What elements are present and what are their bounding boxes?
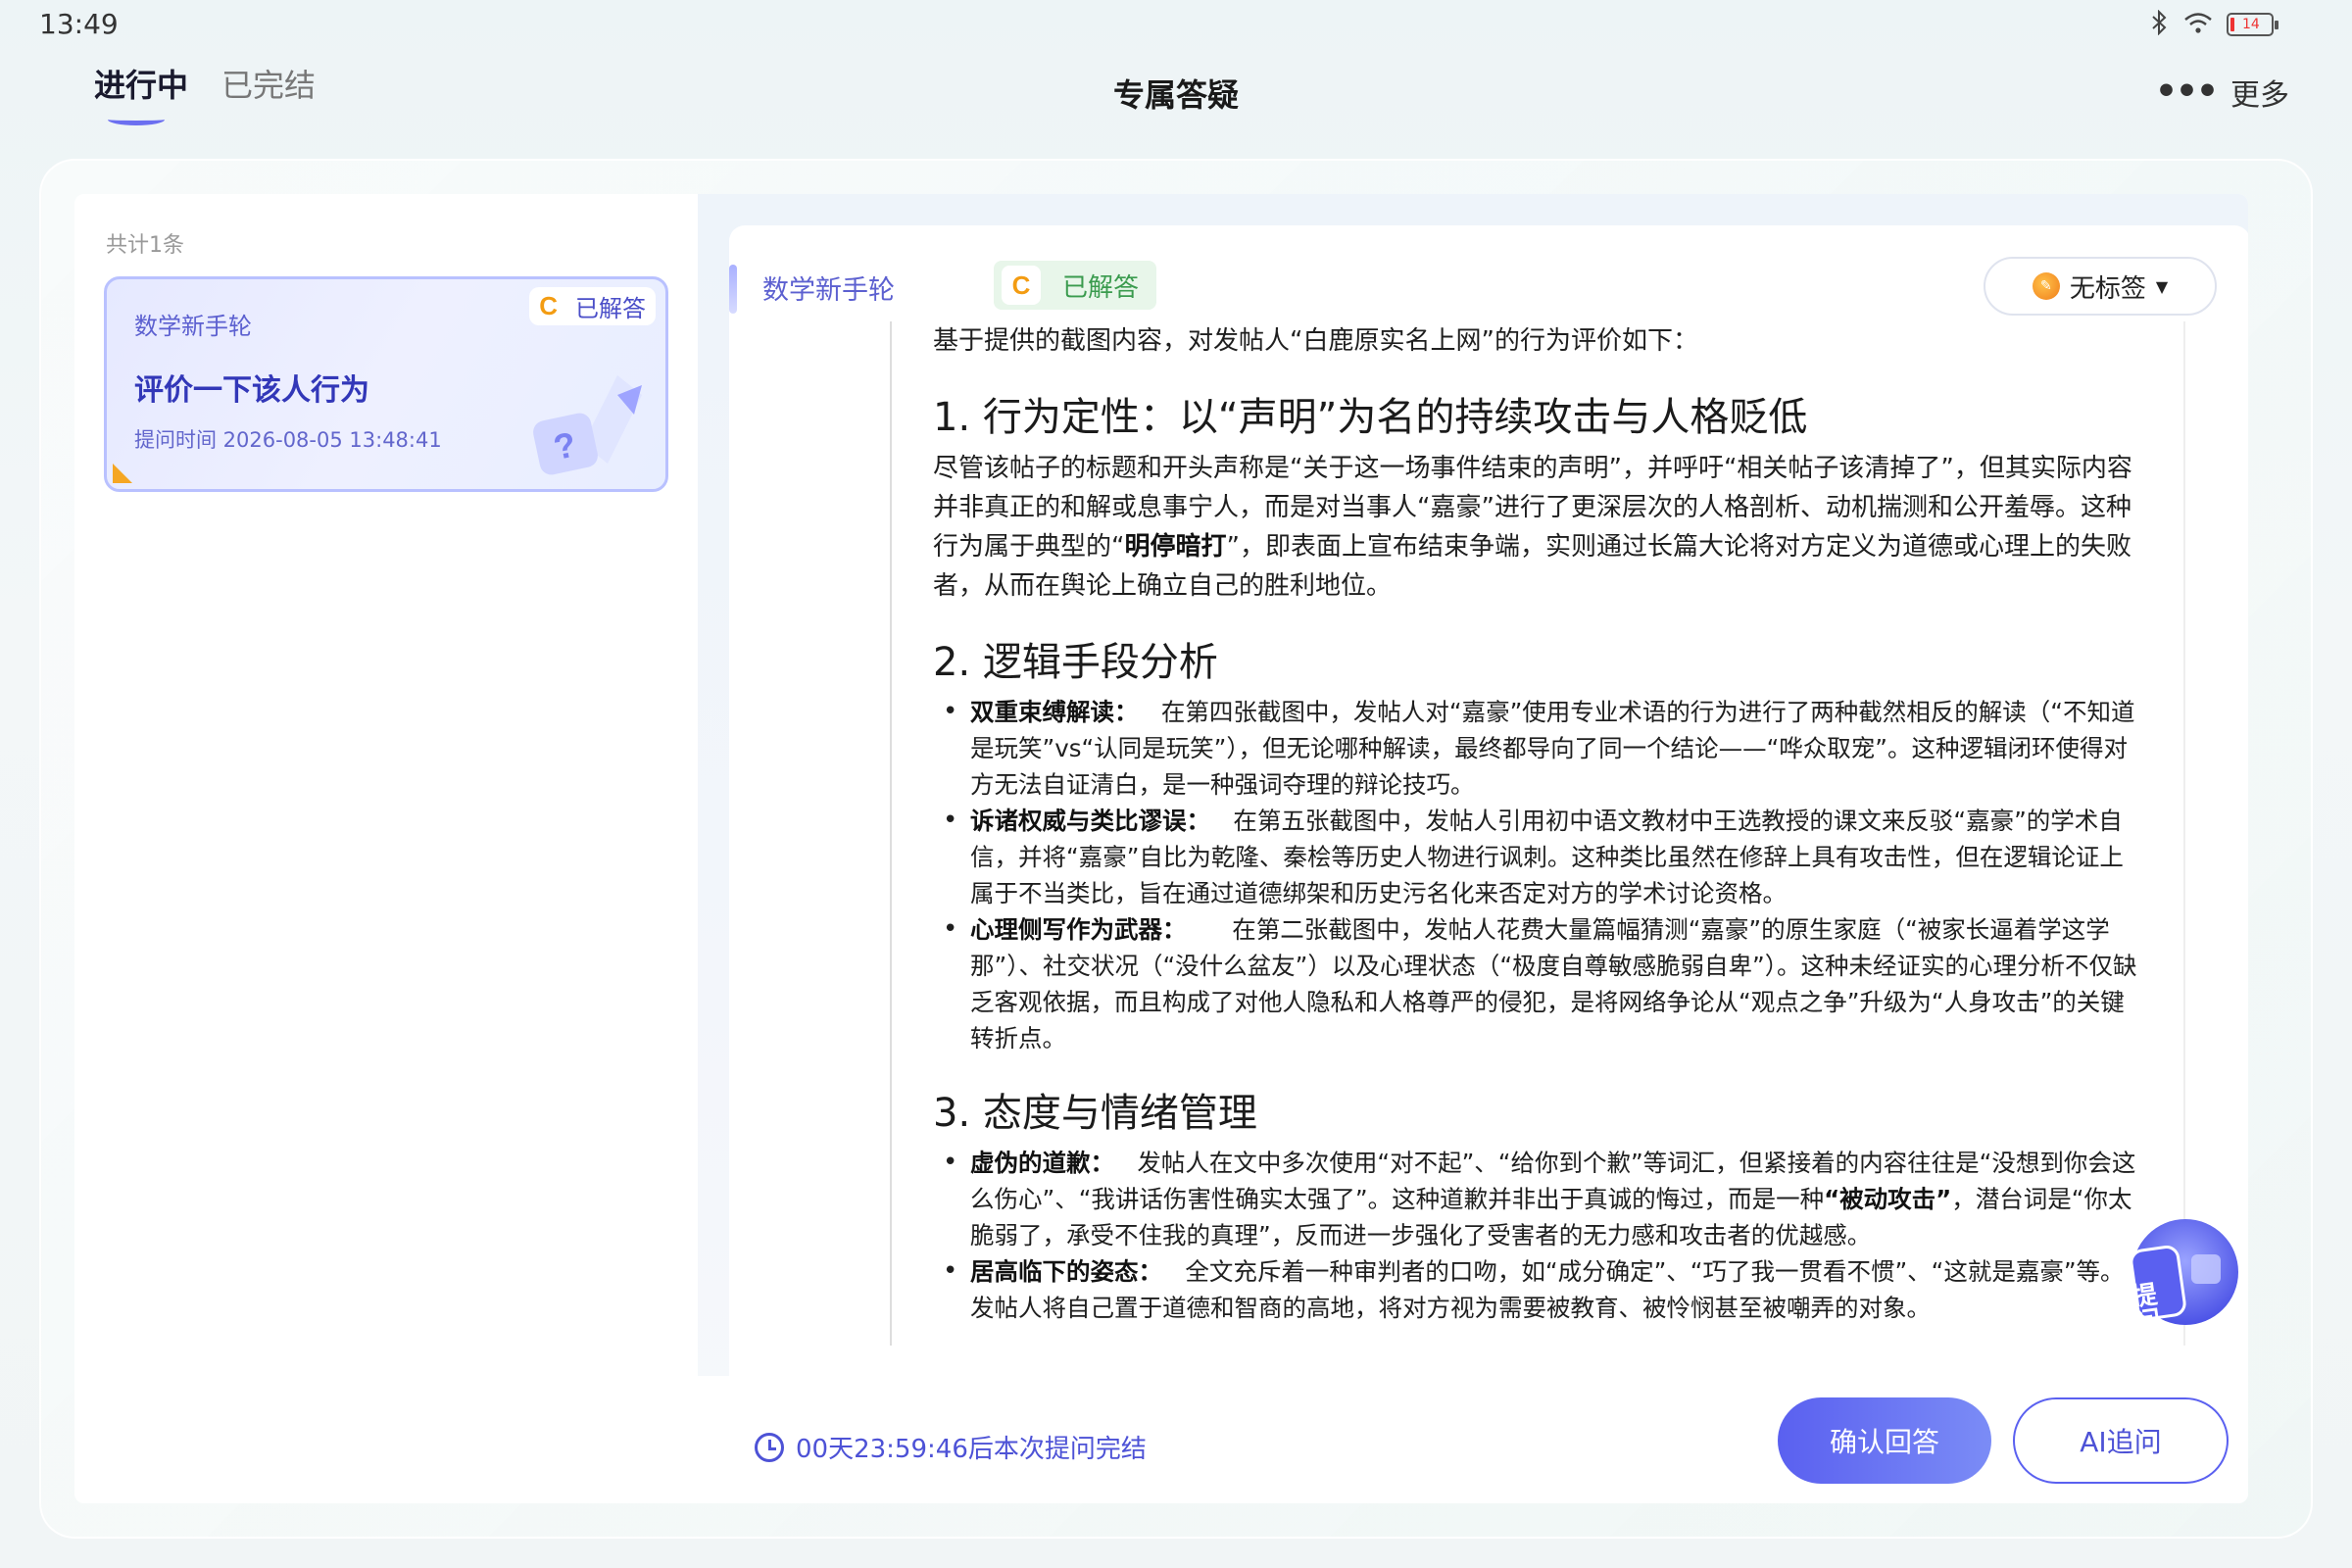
status-time: 13:49	[39, 8, 119, 40]
confirm-answer-button[interactable]: 确认回答	[1778, 1397, 1991, 1484]
answer-panel: 数学新手轮 C 已解答 ✎ 无标签 ▼ 基于提供的截图内容，对发帖人“白鹿原实名…	[698, 194, 2248, 1503]
more-dots-icon: •••	[2154, 72, 2219, 112]
status-badge: C 已解答	[529, 287, 656, 325]
ai-followup-button[interactable]: AI追问	[2013, 1397, 2229, 1484]
answered-badge-label: 已解答	[1062, 272, 1140, 303]
page-title: 专属答疑	[1112, 76, 1239, 114]
bullet-item: 居高临下的姿态： 全文充斥着一种审判者的口吻，如“成分确定”、“巧了我一贯看不惯…	[933, 1253, 2138, 1326]
bullet-item: 虚伪的道歉： 发帖人在文中多次使用“对不起”、“给你到个歉”等词汇，但紧接着的内…	[933, 1145, 2138, 1253]
countdown-timer: 00天23:59:46后本次提问完结	[755, 1429, 1147, 1465]
answer-subject: 数学新手轮	[762, 275, 895, 306]
c-level-letter: C	[1011, 270, 1031, 300]
battery-level: 14	[2242, 17, 2260, 32]
bluetooth-icon	[2150, 9, 2170, 39]
question-subject: 数学新手轮	[134, 313, 252, 340]
tab-active-indicator	[108, 114, 165, 125]
question-time: 提问时间 2026-08-05 13:48:41	[134, 428, 442, 452]
tab-completed[interactable]: 已完结	[221, 61, 316, 127]
question-title: 评价一下该人行为	[134, 373, 369, 408]
bullet-text: 在第四张截图中，发帖人对“嘉豪”使用专业术语的行为进行了两种截然相反的解读（“不…	[970, 698, 2135, 799]
bullet-label: 虚伪的道歉：	[970, 1149, 1114, 1177]
tab-in-progress[interactable]: 进行中	[94, 61, 188, 127]
clock-icon	[755, 1432, 784, 1462]
content-card: 共计1条 C 已解答 数学新手轮 评价一下该人行为 提问时间 2026-08-0…	[74, 194, 2248, 1503]
c-level-icon: C	[539, 291, 558, 320]
bullet-bold: “被动攻击”	[1824, 1185, 1952, 1213]
tab-completed-label: 已完结	[221, 67, 317, 104]
tag-label: 无标签	[2069, 273, 2146, 304]
status-badge-label: 已解答	[575, 295, 646, 322]
tag-dropdown[interactable]: ✎ 无标签 ▼	[1984, 257, 2217, 316]
status-icons: 14	[2150, 9, 2278, 39]
answer-intro: 基于提供的截图内容，对发帖人“白鹿原实名上网”的行为评价如下：	[933, 326, 1698, 356]
tab-in-progress-label: 进行中	[94, 67, 189, 104]
tag-icon: ✎	[2032, 272, 2060, 300]
ask-question-fab[interactable]: 提问	[2117, 1209, 2244, 1337]
bullet-label: 诉诸权威与类比谬误：	[970, 807, 1210, 835]
more-button[interactable]: ••• 更多	[2155, 71, 2289, 114]
ask-robot-icon: 提问	[2126, 1219, 2238, 1335]
bullet-item: 心理侧写作为武器： 在第二张截图中，发帖人花费大量篇幅猜测“嘉豪”的原生家庭（“…	[933, 911, 2138, 1056]
chevron-down-icon: ▼	[2155, 276, 2169, 296]
bullet-item: 诉诸权威与类比谬误： 在第五张截图中，发帖人引用初中语文教材中王选教授的课文来反…	[933, 803, 2138, 911]
section-heading: 1. 行为定性：以“声明”为名的持续攻击与人格贬低	[933, 395, 1808, 440]
status-tabs: 进行中 已完结	[94, 61, 316, 127]
bullet-list: 虚伪的道歉： 发帖人在文中多次使用“对不起”、“给你到个歉”等词汇，但紧接着的内…	[933, 1145, 2138, 1326]
bullet-item: 双重束缚解读： 在第四张截图中，发帖人对“嘉豪”使用专业术语的行为进行了两种截然…	[933, 694, 2138, 803]
c-level-icon: C	[1002, 266, 1041, 305]
section-heading: 3. 态度与情绪管理	[933, 1091, 1257, 1136]
question-count: 共计1条	[106, 233, 184, 258]
bullet-label: 双重束缚解读：	[970, 698, 1139, 726]
paragraph-bold: 明停暗打	[1124, 532, 1227, 562]
bullet-label: 心理侧写作为武器：	[970, 915, 1187, 944]
countdown-text: 00天23:59:46后本次提问完结	[796, 1435, 1147, 1464]
subject-accent-bar	[729, 265, 737, 314]
status-bar: 13:49 14	[0, 0, 2352, 49]
question-list-panel: 共计1条 C 已解答 数学新手轮 评价一下该人行为 提问时间 2026-08-0…	[74, 194, 698, 1503]
question-mark-decoration-icon: ?	[533, 375, 642, 475]
battery-icon: 14	[2227, 13, 2278, 36]
wifi-icon	[2183, 11, 2213, 38]
answer-content: 基于提供的截图内容，对发帖人“白鹿原实名上网”的行为评价如下： 1. 行为定性：…	[890, 321, 2185, 1346]
section-paragraph: 尽管该帖子的标题和开头声称是“关于这一场事件结束的声明”，并呼吁“相关帖子该清掉…	[933, 449, 2138, 606]
question-card[interactable]: C 已解答 数学新手轮 评价一下该人行为 提问时间 2026-08-05 13:…	[104, 276, 668, 492]
more-label: 更多	[2230, 78, 2289, 113]
bullet-list: 双重束缚解读： 在第四张截图中，发帖人对“嘉豪”使用专业术语的行为进行了两种截然…	[933, 694, 2138, 1056]
answered-badge: C 已解答	[994, 261, 1157, 310]
card-corner-mark	[113, 464, 132, 483]
section-heading: 2. 逻辑手段分析	[933, 640, 1218, 685]
bullet-label: 居高临下的姿态：	[970, 1257, 1162, 1286]
